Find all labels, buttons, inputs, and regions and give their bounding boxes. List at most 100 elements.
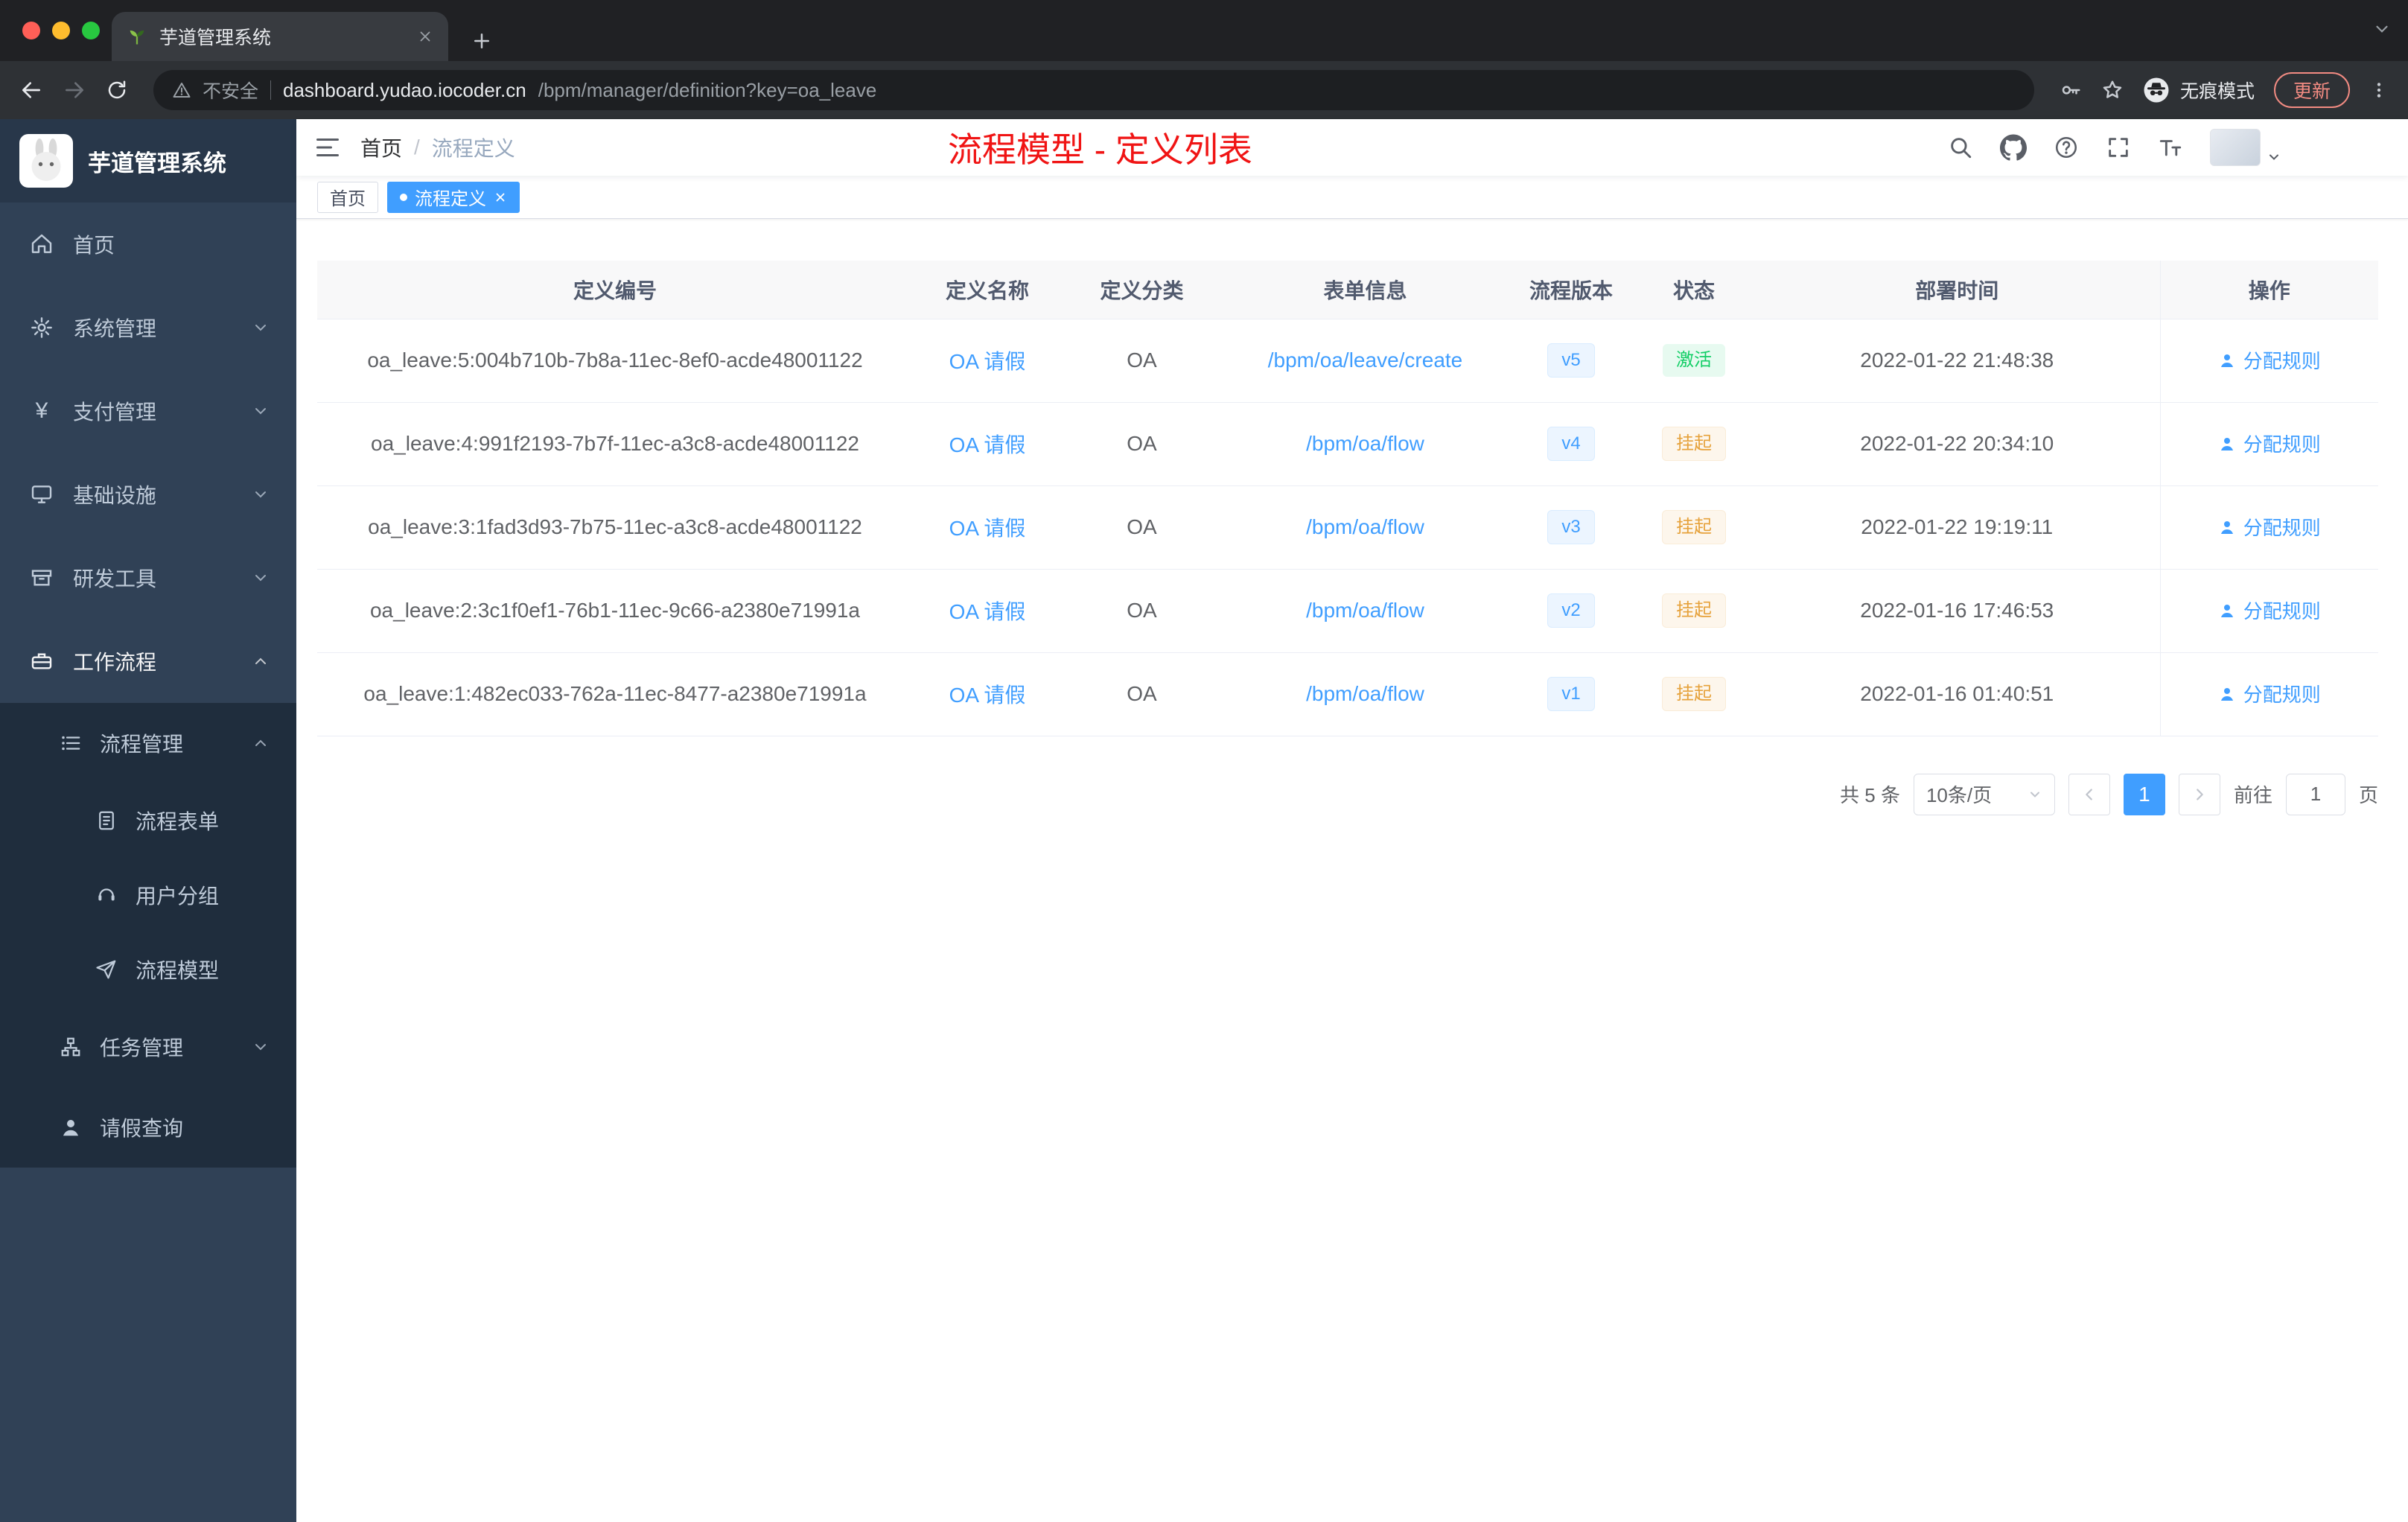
tag-process-definition[interactable]: 流程定义	[387, 181, 520, 213]
sidebar-item-label: 流程表单	[136, 810, 220, 833]
tab-close-icon[interactable]	[417, 28, 433, 45]
form-link[interactable]: /bpm/oa/flow	[1306, 599, 1424, 622]
forward-button[interactable]	[63, 78, 86, 102]
avatar[interactable]	[2210, 129, 2261, 166]
sidebar-item-label: 研发工具	[73, 567, 157, 590]
new-tab-button[interactable]	[471, 30, 493, 52]
definition-name-link[interactable]: OA 请假	[949, 517, 1026, 540]
assign-rule-link[interactable]: 分配规则	[2218, 513, 2321, 541]
incognito-indicator: 无痕模式	[2143, 77, 2255, 104]
form-link[interactable]: /bpm/oa/flow	[1306, 515, 1424, 538]
form-document-icon	[99, 811, 114, 830]
gear-icon	[31, 317, 52, 338]
breadcrumb-home[interactable]: 首页	[360, 133, 402, 162]
maximize-window-button[interactable]	[82, 22, 100, 39]
cell-definition-id: oa_leave:1:482ec033-762a-11ec-8477-a2380…	[317, 652, 913, 736]
definition-name-link[interactable]: OA 请假	[949, 433, 1026, 456]
sidebar-item-process-model[interactable]: 流程模型	[0, 932, 296, 1007]
close-window-button[interactable]	[22, 22, 40, 39]
user-icon	[63, 1120, 78, 1136]
sidebar-item-process-management[interactable]: 流程管理	[0, 703, 296, 783]
sidebar-item-user-group[interactable]: 用户分组	[0, 858, 296, 932]
table-row: oa_leave:2:3c1f0ef1-76b1-11ec-9c66-a2380…	[317, 569, 2378, 653]
brand-title: 芋道管理系统	[88, 150, 226, 176]
breadcrumb-separator: /	[414, 136, 420, 159]
chevron-up-icon	[255, 657, 266, 664]
col-definition-category: 定义分类	[1062, 261, 1222, 319]
minimize-window-button[interactable]	[52, 22, 70, 39]
assign-rule-link[interactable]: 分配规则	[2218, 596, 2321, 624]
status-badge: 挂起	[1662, 677, 1726, 711]
chevron-down-icon	[255, 325, 266, 331]
tag-close-icon[interactable]	[494, 191, 507, 204]
status-badge: 挂起	[1662, 427, 1726, 461]
update-browser-button[interactable]: 更新	[2273, 72, 2350, 108]
col-actions: 操作	[2159, 261, 2378, 319]
fullscreen-icon[interactable]	[2106, 135, 2131, 160]
sidebar-item-label: 流程模型	[136, 959, 220, 982]
definition-name-link[interactable]: OA 请假	[949, 600, 1026, 623]
pagination: 共 5 条 10条/页 1 前往 页	[317, 773, 2378, 815]
assign-rule-link[interactable]: 分配规则	[2218, 346, 2321, 374]
definition-name-link[interactable]: OA 请假	[949, 684, 1026, 707]
sidebar-logo[interactable]: 芋道管理系统	[0, 119, 296, 203]
version-badge: v4	[1547, 427, 1595, 461]
cell-deploy-time: 2022-01-22 20:34:10	[1754, 402, 2160, 486]
status-badge: 激活	[1663, 344, 1725, 377]
briefcase-icon	[31, 653, 52, 669]
cell-definition-id: oa_leave:2:3c1f0ef1-76b1-11ec-9c66-a2380…	[317, 569, 913, 653]
browser-menu-kebab-icon[interactable]	[2369, 80, 2389, 100]
reload-button[interactable]	[106, 79, 128, 101]
browser-tab[interactable]: 芋道管理系统	[112, 12, 448, 61]
app-navbar: 首页 / 流程定义 流程模型 - 定义列表	[296, 119, 2408, 176]
next-page-button[interactable]	[2178, 773, 2220, 815]
sidebar-item-process-form[interactable]: 流程表单	[0, 783, 296, 858]
headset-users-icon	[98, 888, 115, 901]
goto-label: 前往	[2233, 784, 2272, 806]
caret-down-icon	[2267, 150, 2281, 165]
tab-title: 芋道管理系统	[159, 28, 272, 48]
sidebar-toggle-hamburger-icon[interactable]	[314, 134, 341, 161]
sidebar-item-home[interactable]: 首页	[0, 203, 296, 286]
password-key-icon[interactable]	[2060, 79, 2082, 101]
user-avatar-dropdown[interactable]	[2210, 129, 2281, 166]
send-icon	[96, 960, 116, 979]
form-link[interactable]: /bpm/oa/flow	[1306, 682, 1424, 705]
sidebar-item-system[interactable]: 系统管理	[0, 286, 296, 369]
chevron-down-icon	[255, 408, 266, 415]
assign-rule-label: 分配规则	[2243, 684, 2321, 707]
table-row: oa_leave:3:1fad3d93-7b75-11ec-a3c8-acde4…	[317, 485, 2378, 570]
form-link[interactable]: /bpm/oa/leave/create	[1268, 348, 1463, 372]
assign-rule-link[interactable]: 分配规则	[2218, 680, 2321, 707]
help-icon[interactable]	[2054, 135, 2079, 160]
assign-rule-label: 分配规则	[2243, 350, 2321, 373]
back-button[interactable]	[19, 78, 43, 102]
incognito-icon	[2144, 77, 2169, 103]
tab-overflow-chevron-icon[interactable]	[2372, 19, 2392, 39]
cell-category: OA	[1062, 319, 1222, 403]
col-definition-name: 定义名称	[913, 261, 1062, 319]
col-definition-id: 定义编号	[317, 261, 913, 319]
font-size-icon[interactable]	[2158, 135, 2183, 160]
chevron-down-icon	[255, 1044, 266, 1051]
sidebar-item-task-management[interactable]: 任务管理	[0, 1007, 296, 1087]
sidebar-item-workflow[interactable]: 工作流程	[0, 620, 296, 703]
page-size-select[interactable]: 10条/页	[1913, 773, 2055, 815]
github-icon[interactable]	[2000, 134, 2027, 161]
goto-page-input[interactable]	[2285, 773, 2345, 815]
definition-name-link[interactable]: OA 请假	[949, 350, 1026, 373]
sidebar-item-payment[interactable]: ¥ 支付管理	[0, 369, 296, 453]
form-link[interactable]: /bpm/oa/flow	[1306, 432, 1424, 455]
bookmark-star-icon[interactable]	[2101, 79, 2124, 101]
page-number-button[interactable]: 1	[2123, 773, 2165, 815]
cell-definition-id: oa_leave:5:004b710b-7b8a-11ec-8ef0-acde4…	[317, 319, 913, 403]
address-bar[interactable]: 不安全 dashboard.yudao.iocoder.cn /bpm/mana…	[153, 70, 2034, 110]
sidebar-item-infrastructure[interactable]: 基础设施	[0, 453, 296, 536]
search-icon[interactable]	[1948, 135, 1973, 160]
assign-rule-link[interactable]: 分配规则	[2218, 430, 2321, 457]
sidebar-item-dev-tools[interactable]: 研发工具	[0, 536, 296, 620]
tag-home[interactable]: 首页	[317, 181, 378, 213]
sidebar-item-leave-query[interactable]: 请假查询	[0, 1087, 296, 1168]
sidebar-item-label: 系统管理	[73, 317, 157, 340]
prev-page-button[interactable]	[2068, 773, 2110, 815]
